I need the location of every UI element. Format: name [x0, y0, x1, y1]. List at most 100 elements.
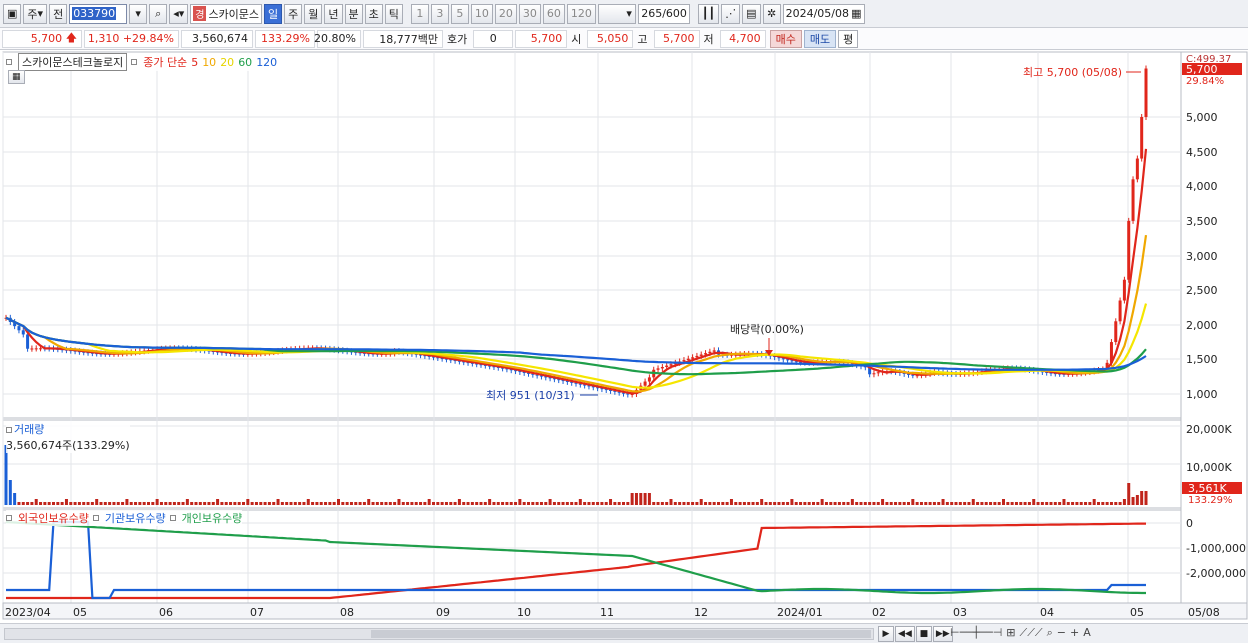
- volume-bar: [1010, 502, 1014, 505]
- zoom-slider-icon[interactable]: ⊢──┼──⊣: [950, 626, 1002, 640]
- date-value: 2024/05/08: [785, 7, 849, 20]
- volume-bar: [1066, 502, 1070, 505]
- layout-icon[interactable]: ▣: [3, 3, 22, 24]
- market-select[interactable]: 주 ▾: [23, 3, 48, 24]
- volume-bar: [432, 502, 435, 505]
- interval-30[interactable]: 30: [518, 3, 541, 24]
- search-icon[interactable]: ⌕: [149, 3, 168, 24]
- turnover-cell: 20.80%: [314, 29, 361, 48]
- chart-scrollbar[interactable]: [4, 628, 874, 640]
- volume-bar: [82, 502, 86, 505]
- individual-holdings-label: 개인보유수량: [181, 512, 243, 525]
- candle-body: [872, 373, 876, 375]
- volume-bar: [462, 502, 466, 505]
- volume-bar: [242, 502, 245, 505]
- play-icon[interactable]: ▶: [878, 626, 894, 642]
- candle-body: [704, 353, 708, 355]
- interval-20[interactable]: 20: [494, 3, 517, 24]
- candle-body: [1140, 117, 1144, 159]
- volume-bar: [1075, 502, 1079, 505]
- prev-button[interactable]: 전: [49, 3, 68, 24]
- period-month[interactable]: 월: [304, 3, 323, 24]
- font-size-icon[interactable]: A: [1083, 626, 1091, 640]
- avg-button[interactable]: 평: [838, 29, 859, 48]
- period-minute[interactable]: 분: [344, 3, 363, 24]
- last-pct-label: 29.84%: [1186, 76, 1224, 87]
- calendar-icon[interactable]: ▦: [851, 7, 861, 20]
- volume-bar: [561, 502, 565, 505]
- line-chart-icon[interactable]: ⋰: [721, 3, 741, 24]
- period-second[interactable]: 초: [364, 3, 383, 24]
- volume-bar: [682, 502, 686, 505]
- x-label: 10: [517, 606, 531, 619]
- drawing-tools-icon[interactable]: ⟋⟋⟋: [1020, 626, 1043, 640]
- speaker-icon[interactable]: ◂▾: [169, 3, 189, 24]
- candle-icon[interactable]: ┃┃: [697, 3, 720, 24]
- buy-button[interactable]: 매수: [769, 29, 802, 48]
- interval-dropdown[interactable]: ▾: [597, 3, 636, 24]
- stock-name-box[interactable]: 경 스카이문스: [190, 3, 263, 24]
- interval-5[interactable]: 5: [450, 3, 469, 24]
- date-input[interactable]: 2024/05/08 ▦: [782, 3, 865, 24]
- volume-bar: [1045, 502, 1049, 505]
- volume-bar: [289, 502, 293, 505]
- settings-gear-icon[interactable]: ✲: [762, 3, 781, 24]
- volume-bar: [950, 502, 954, 505]
- zoom-in-icon[interactable]: +: [1070, 626, 1079, 640]
- stock-code-input[interactable]: 033790: [69, 3, 128, 24]
- rewind-icon[interactable]: ◀◀: [895, 626, 915, 642]
- period-week[interactable]: 주: [284, 3, 303, 24]
- volume-bar: [69, 502, 73, 505]
- volume-bar: [768, 502, 772, 505]
- volume-bar: [388, 502, 392, 505]
- interval-60[interactable]: 60: [542, 3, 565, 24]
- volume-bar: [1062, 499, 1066, 505]
- volume-bar: [501, 502, 505, 505]
- volume-bar: [125, 499, 129, 505]
- volume-bar: [894, 502, 898, 505]
- data-table-icon[interactable]: ▦: [8, 70, 25, 84]
- price-tick: 3,000: [1186, 250, 1218, 263]
- interval-10[interactable]: 10: [470, 3, 493, 24]
- volume-bar: [656, 502, 660, 505]
- volume-bar: [168, 502, 172, 505]
- magnifier-icon[interactable]: ⌕: [1047, 626, 1053, 640]
- crosshair-icon[interactable]: ⊞: [1006, 626, 1015, 640]
- period-day[interactable]: 일: [264, 3, 283, 24]
- sell-button[interactable]: 매도: [803, 29, 837, 48]
- volume-bar: [755, 502, 759, 505]
- volume-bar: [591, 502, 595, 505]
- volume-bar: [332, 502, 336, 505]
- volume-bar: [751, 502, 755, 505]
- count-input[interactable]: 265/600: [637, 3, 690, 24]
- volume-bar: [1097, 502, 1100, 505]
- volume-bar: [419, 502, 423, 505]
- zoom-out-icon[interactable]: −: [1057, 626, 1066, 640]
- period-tick[interactable]: 틱: [384, 3, 403, 24]
- volume-bar: [686, 502, 690, 505]
- volume-bar: [397, 499, 401, 505]
- volume-bar: [734, 502, 738, 505]
- volume-bar: [885, 502, 889, 505]
- volume-bar: [177, 502, 181, 505]
- scroll-thumb[interactable]: [371, 630, 871, 638]
- volume-bar: [367, 499, 371, 505]
- volume-bar: [539, 502, 543, 505]
- volume-bar: [470, 502, 474, 505]
- volume-bar: [812, 502, 815, 505]
- interval-3[interactable]: 3: [430, 3, 449, 24]
- interval-1[interactable]: 1: [410, 3, 429, 24]
- stock-chart[interactable]: 5,000 4,500 4,000 3,500 3,000 2,500 2,00…: [0, 50, 1248, 643]
- stop-icon[interactable]: ■: [915, 626, 932, 642]
- volume-bar: [496, 502, 500, 505]
- volume-bar: [820, 499, 824, 505]
- interval-120[interactable]: 120: [566, 3, 596, 24]
- period-year[interactable]: 년: [324, 3, 343, 24]
- save-icon[interactable]: ▤: [742, 3, 761, 24]
- stock-full-name[interactable]: 스카이문스테크놀로지: [18, 53, 128, 71]
- holdings-legend: 외국인보유수량 기관보유수량 개인보유수량: [6, 510, 243, 526]
- volume-bar: [410, 502, 414, 505]
- volume-bar: [1144, 491, 1148, 505]
- code-dropdown-icon[interactable]: ▾: [129, 3, 148, 24]
- low-annotation: 최저 951 (10/31): [486, 389, 575, 402]
